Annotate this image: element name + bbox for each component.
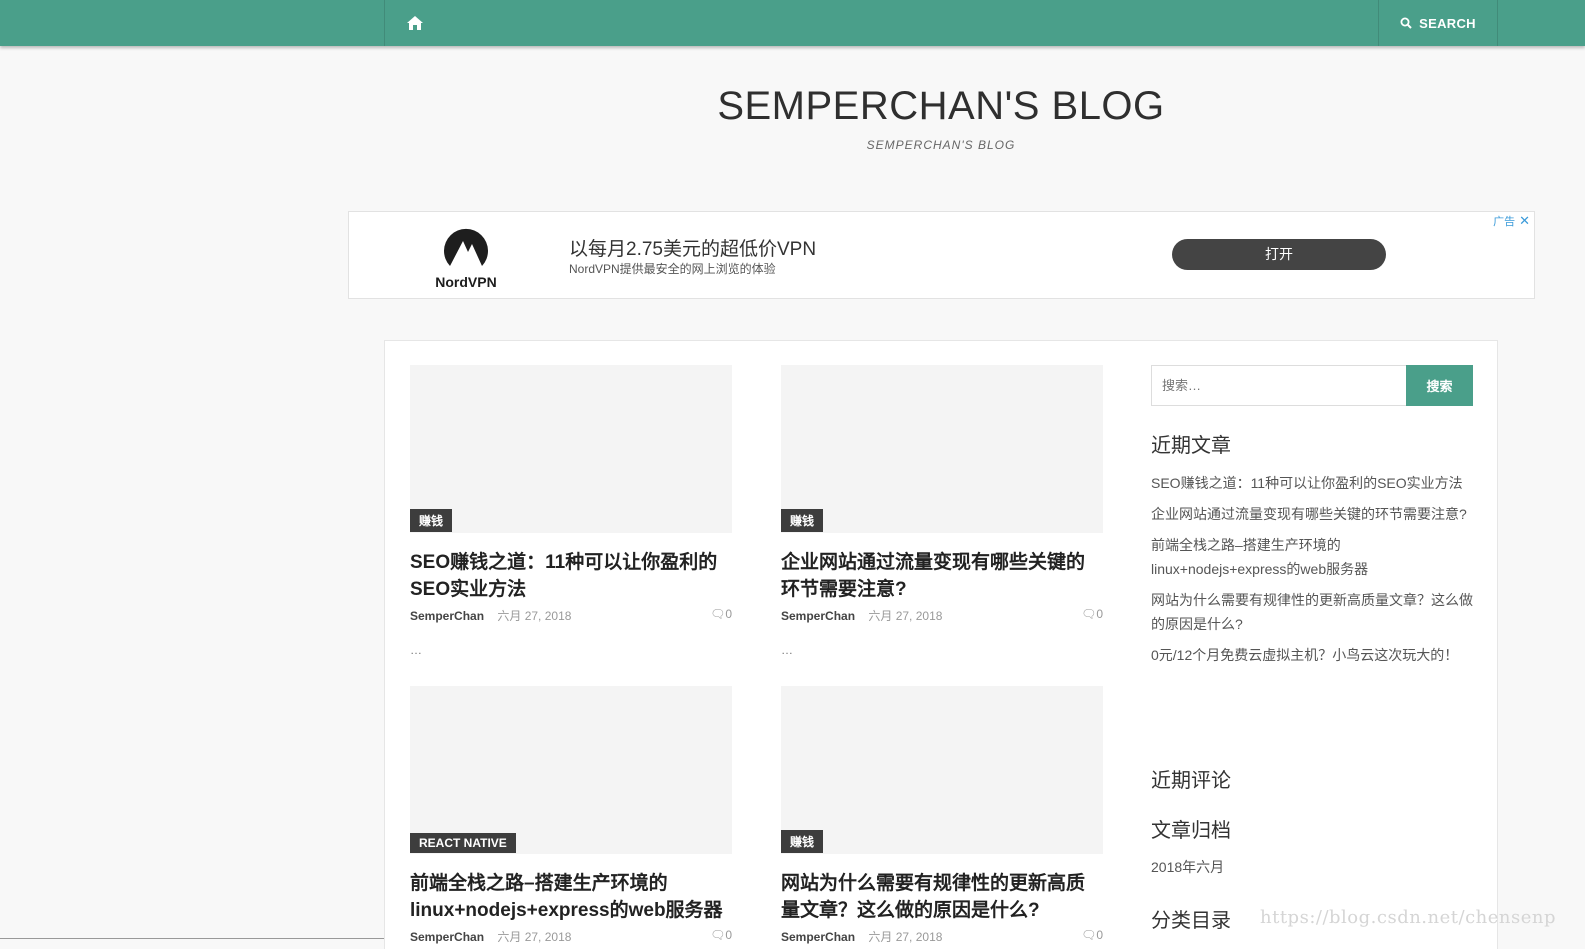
category-badge[interactable]: 赚钱 — [781, 830, 824, 853]
post-card: 赚钱 网站为什么需要有规律性的更新高质量文章？这么做的原因是什么? Semper… — [781, 686, 1103, 944]
ad-brand-name: NordVPN — [435, 274, 497, 290]
post-card: 赚钱 SEO赚钱之道：11种可以让你盈利的SEO实业方法 SemperChan … — [410, 365, 732, 657]
post-author[interactable]: SemperChan — [781, 930, 855, 944]
ad-choices-label[interactable]: 广告 ✕ — [1493, 213, 1530, 229]
post-title[interactable]: 企业网站通过流量变现有哪些关键的环节需要注意? — [781, 549, 1103, 603]
post-card: 赚钱 企业网站通过流量变现有哪些关键的环节需要注意? SemperChan 六月… — [781, 365, 1103, 657]
post-author[interactable]: SemperChan — [410, 930, 484, 944]
post-date: 六月 27, 2018 — [497, 930, 572, 944]
post-meta: SemperChan 六月 27, 2018 🗨0 — [410, 928, 732, 944]
search-toggle-button[interactable]: SEARCH — [1378, 0, 1498, 46]
close-icon[interactable]: ✕ — [1519, 213, 1530, 229]
comment-count[interactable]: 🗨0 — [710, 607, 732, 621]
comment-icon: 🗨 — [710, 607, 726, 621]
comment-icon: 🗨 — [1081, 607, 1097, 621]
post-title[interactable]: 前端全栈之路–搭建生产环境的linux+nodejs+express的web服务… — [410, 870, 732, 924]
top-navbar: SEARCH — [0, 0, 1585, 46]
search-icon — [1400, 17, 1412, 29]
category-badge[interactable]: REACT NATIVE — [410, 833, 516, 853]
home-button[interactable] — [384, 0, 444, 46]
post-author[interactable]: SemperChan — [410, 609, 484, 623]
post-title[interactable]: 网站为什么需要有规律性的更新高质量文章？这么做的原因是什么? — [781, 870, 1103, 924]
comment-icon: 🗨 — [1081, 928, 1097, 942]
sidebar-search-form: 搜索 — [1151, 365, 1473, 406]
ad-label-text: 广告 — [1493, 216, 1516, 228]
post-excerpt: … — [781, 643, 793, 657]
post-meta: SemperChan 六月 27, 2018 🗨0 — [410, 607, 732, 623]
main-content: 赚钱 SEO赚钱之道：11种可以让你盈利的SEO实业方法 SemperChan … — [384, 340, 1498, 949]
recent-post-link[interactable]: 0元/12个月免费云虚拟主机？小鸟云这次玩大的！ — [1151, 643, 1473, 667]
ad-headline[interactable]: 以每月2.75美元的超低价VPN — [569, 234, 816, 261]
post-card: REACT NATIVE 前端全栈之路–搭建生产环境的linux+nodejs+… — [410, 686, 732, 944]
comment-count[interactable]: 🗨0 — [710, 928, 732, 942]
home-icon — [406, 16, 423, 30]
search-submit-button[interactable]: 搜索 — [1406, 365, 1473, 406]
category-badge[interactable]: 赚钱 — [781, 509, 824, 532]
recent-posts-list: SEO赚钱之道：11种可以让你盈利的SEO实业方法 企业网站通过流量变现有哪些关… — [1151, 471, 1473, 674]
post-thumbnail[interactable]: 赚钱 — [410, 365, 732, 533]
post-date: 六月 27, 2018 — [497, 609, 572, 623]
recent-post-link[interactable]: SEO赚钱之道：11种可以让你盈利的SEO实业方法 — [1151, 471, 1473, 495]
divider — [0, 938, 384, 939]
post-meta: SemperChan 六月 27, 2018 🗨0 — [781, 928, 1103, 944]
recent-posts-heading: 近期文章 — [1151, 435, 1231, 457]
post-meta: SemperChan 六月 27, 2018 🗨0 — [781, 607, 1103, 623]
post-date: 六月 27, 2018 — [868, 609, 943, 623]
recent-post-link[interactable]: 前端全栈之路–搭建生产环境的linux+nodejs+express的web服务… — [1151, 533, 1473, 581]
comment-count[interactable]: 🗨0 — [1081, 928, 1103, 942]
search-input[interactable] — [1151, 365, 1407, 406]
site-description: SEMPERCHAN'S BLOG — [866, 138, 1016, 152]
ad-open-button[interactable]: 打开 — [1172, 239, 1386, 270]
archive-link[interactable]: 2018年六月 — [1151, 857, 1224, 877]
search-toggle-label: SEARCH — [1419, 15, 1476, 31]
comment-count[interactable]: 🗨0 — [1081, 607, 1103, 621]
comment-icon: 🗨 — [710, 928, 726, 942]
categories-heading: 分类目录 — [1151, 910, 1231, 932]
recent-post-link[interactable]: 企业网站通过流量变现有哪些关键的环节需要注意? — [1151, 502, 1473, 526]
post-thumbnail[interactable]: 赚钱 — [781, 686, 1103, 854]
post-excerpt: … — [410, 643, 422, 657]
site-title[interactable]: SEMPERCHAN'S BLOG — [0, 84, 1585, 129]
ad-subtext: NordVPN提供最安全的网上浏览的体验 — [569, 262, 776, 276]
ad-logo[interactable]: NordVPN — [429, 226, 503, 290]
category-badge[interactable]: 赚钱 — [410, 509, 453, 532]
post-author[interactable]: SemperChan — [781, 609, 855, 623]
recent-comments-heading: 近期评论 — [1151, 770, 1231, 792]
ad-banner[interactable]: NordVPN 以每月2.75美元的超低价VPN NordVPN提供最安全的网上… — [348, 211, 1535, 299]
recent-post-link[interactable]: 网站为什么需要有规律性的更新高质量文章？这么做的原因是什么? — [1151, 588, 1473, 636]
post-title[interactable]: SEO赚钱之道：11种可以让你盈利的SEO实业方法 — [410, 549, 732, 603]
nordvpn-mountain-icon — [444, 228, 488, 266]
post-thumbnail[interactable]: 赚钱 — [781, 365, 1103, 533]
post-date: 六月 27, 2018 — [868, 930, 943, 944]
post-thumbnail[interactable]: REACT NATIVE — [410, 686, 732, 854]
watermark: https://blog.csdn.net/chensenp — [1260, 907, 1556, 928]
archives-heading: 文章归档 — [1151, 820, 1231, 842]
